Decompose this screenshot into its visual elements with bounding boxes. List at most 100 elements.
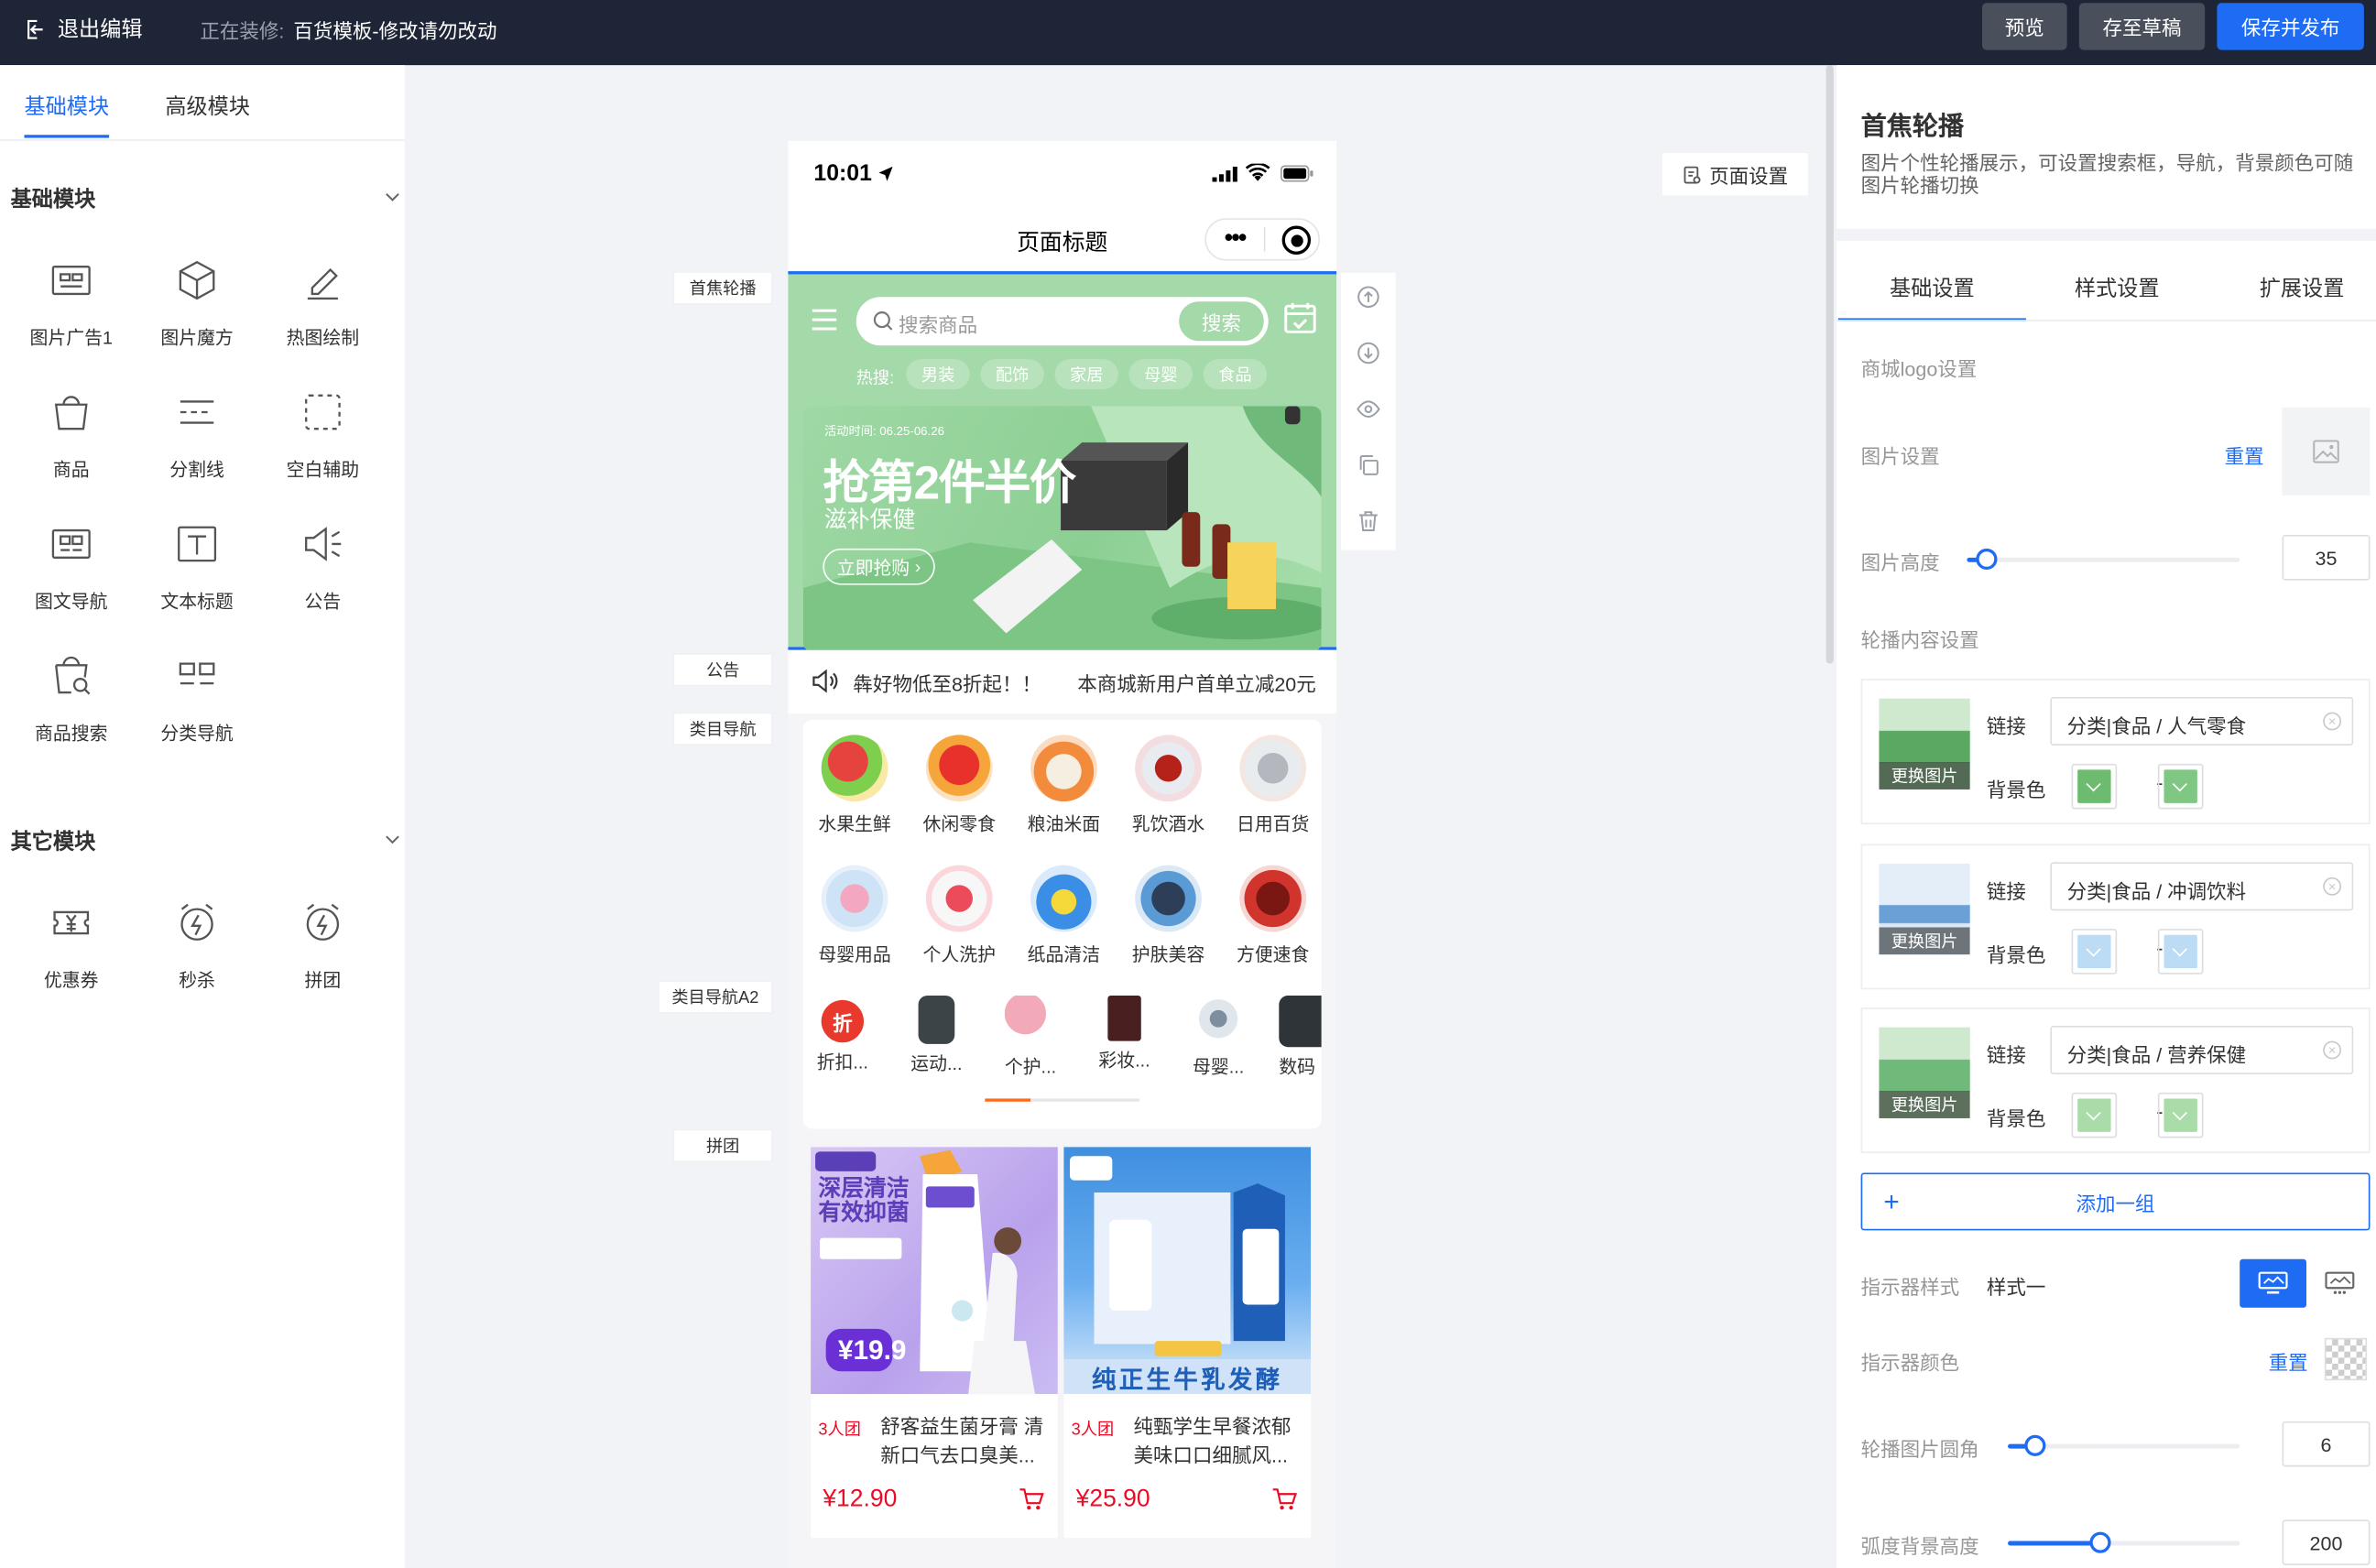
announcement-module[interactable]: 犇好物低至8折起！！ 本商城新用户首单立减20元 bbox=[788, 649, 1337, 714]
slider-handle[interactable] bbox=[1976, 548, 1998, 571]
hot-tag[interactable]: 配饰 bbox=[980, 359, 1044, 390]
module-product-search[interactable]: 商品搜索 bbox=[16, 653, 125, 774]
copy-icon[interactable] bbox=[1357, 453, 1380, 477]
page-settings-button[interactable]: 页面设置 bbox=[1662, 153, 1808, 196]
carousel-thumbnail[interactable]: 更换图片 bbox=[1879, 1027, 1970, 1118]
module-announcement[interactable]: 公告 bbox=[268, 521, 377, 642]
tag-category-nav-a2[interactable]: 类目导航A2 bbox=[658, 980, 773, 1014]
tag-announcement[interactable]: 公告 bbox=[672, 653, 773, 687]
category-a2-item[interactable]: 折折扣... bbox=[804, 996, 880, 1074]
eye-icon[interactable] bbox=[1357, 397, 1380, 420]
radius-slider[interactable] bbox=[2008, 1434, 2240, 1456]
tag-focus-carousel[interactable]: 首焦轮播 bbox=[672, 271, 773, 305]
hot-tag[interactable]: 家居 bbox=[1054, 359, 1118, 390]
group-buy-card[interactable]: 纯正生牛乳发酵 3人团 纯甄学生早餐浓郁美味口口细腻风... ¥25.90 bbox=[1063, 1147, 1312, 1539]
hot-tag[interactable]: 男装 bbox=[906, 359, 970, 390]
tab-basic-settings[interactable]: 基础设置 bbox=[1837, 273, 2026, 321]
tag-group-buy[interactable]: 拼团 bbox=[672, 1128, 773, 1162]
module-group-buy[interactable]: 拼团 bbox=[268, 900, 377, 1021]
hot-tag[interactable]: 母婴 bbox=[1128, 359, 1193, 390]
chevron-down-icon[interactable] bbox=[385, 190, 400, 205]
change-image-button[interactable]: 更换图片 bbox=[1879, 1091, 1970, 1118]
trash-icon[interactable] bbox=[1357, 509, 1380, 533]
category-item[interactable]: 粮油米面 bbox=[1015, 735, 1112, 836]
tab-extend-settings[interactable]: 扩展设置 bbox=[2260, 273, 2345, 303]
category-scroll-thumb[interactable] bbox=[985, 1098, 1030, 1102]
search-box[interactable]: 搜索商品 搜索 bbox=[856, 297, 1269, 346]
category-item[interactable]: 乳饮酒水 bbox=[1120, 735, 1217, 836]
reset-image-link[interactable]: 重置 bbox=[2225, 441, 2264, 469]
clear-icon[interactable]: × bbox=[2323, 877, 2342, 896]
module-blank[interactable]: 空白辅助 bbox=[268, 389, 377, 510]
save-publish-button[interactable]: 保存并发布 bbox=[2217, 3, 2364, 50]
reset-indicator-color-link[interactable]: 重置 bbox=[2269, 1347, 2308, 1376]
tab-style-settings[interactable]: 样式设置 bbox=[2075, 273, 2160, 303]
module-coupon[interactable]: 优惠券 bbox=[16, 900, 125, 1021]
banner-cta-button[interactable]: 立即抢购 › bbox=[823, 548, 935, 585]
category-a2-item[interactable]: 母婴... bbox=[1181, 995, 1257, 1079]
slider-handle[interactable] bbox=[2024, 1434, 2046, 1456]
module-image-ad[interactable]: 图片广告1 bbox=[16, 257, 125, 378]
bg-color-end-picker[interactable] bbox=[2157, 929, 2204, 975]
carousel-thumbnail[interactable]: 更换图片 bbox=[1879, 864, 1970, 955]
category-item[interactable]: 水果生鲜 bbox=[806, 735, 903, 836]
link-input[interactable]: 分类|食品 / 人气零食 × bbox=[2050, 697, 2354, 746]
module-category-nav[interactable]: 分类导航 bbox=[143, 653, 252, 774]
module-image-text-nav[interactable]: 图文导航 bbox=[16, 521, 125, 642]
link-input[interactable]: 分类|食品 / 冲调饮料 × bbox=[2050, 862, 2354, 911]
indicator-color-picker[interactable] bbox=[2324, 1337, 2368, 1381]
image-height-slider[interactable] bbox=[1967, 548, 2240, 571]
module-divider[interactable]: 分割线 bbox=[143, 389, 252, 510]
category-item[interactable]: 个人洗护 bbox=[910, 865, 1008, 967]
mini-program-capsule[interactable]: ••• bbox=[1204, 218, 1320, 261]
category-a2-item[interactable]: 数码 bbox=[1267, 995, 1322, 1079]
canvas-scrollbar[interactable] bbox=[1826, 65, 1834, 664]
move-up-icon[interactable] bbox=[1357, 285, 1380, 309]
cart-icon[interactable] bbox=[1271, 1486, 1298, 1512]
change-image-button[interactable]: 更换图片 bbox=[1879, 762, 1970, 789]
category-a2-item[interactable]: 运动... bbox=[899, 995, 975, 1076]
save-draft-button[interactable]: 存至草稿 bbox=[2078, 3, 2206, 50]
category-a2-item[interactable]: 彩妆... bbox=[1086, 995, 1162, 1073]
category-item[interactable]: 方便速食 bbox=[1225, 865, 1322, 967]
menu-icon[interactable] bbox=[811, 308, 838, 332]
tag-category-nav[interactable]: 类目导航 bbox=[672, 712, 773, 746]
hot-tag[interactable]: 食品 bbox=[1203, 359, 1268, 390]
group-buy-card[interactable]: 深层清洁 有效抑菌 ¥19.9 3人团 舒客益生菌牙膏 清新口气去口臭美... … bbox=[811, 1147, 1058, 1539]
category-item[interactable]: 纸品清洁 bbox=[1015, 865, 1112, 967]
bg-color-start-picker[interactable] bbox=[2071, 763, 2118, 810]
arc-height-input[interactable]: 200 bbox=[2282, 1519, 2371, 1565]
carousel-banner[interactable]: 活动时间: 06.25-06.26 抢第2件半价 滋补保健 立即抢购 › bbox=[802, 406, 1322, 652]
link-input[interactable]: 分类|食品 / 营养保健 × bbox=[2050, 1026, 2354, 1074]
add-group-button[interactable]: + 添加一组 bbox=[1860, 1172, 2371, 1231]
image-height-input[interactable]: 35 bbox=[2282, 535, 2371, 581]
bg-color-end-picker[interactable] bbox=[2157, 1092, 2204, 1138]
module-product[interactable]: 商品 bbox=[16, 389, 125, 510]
indicator-style-two-button[interactable] bbox=[2306, 1259, 2373, 1308]
cart-icon[interactable] bbox=[1019, 1486, 1044, 1512]
bg-color-start-picker[interactable] bbox=[2071, 1092, 2118, 1138]
clear-icon[interactable]: × bbox=[2323, 1040, 2342, 1060]
exit-edit-button[interactable]: 退出编辑 bbox=[24, 14, 143, 44]
slider-handle[interactable] bbox=[2089, 1531, 2111, 1553]
change-image-button[interactable]: 更换图片 bbox=[1879, 927, 1970, 955]
module-image-cube[interactable]: 图片魔方 bbox=[143, 257, 252, 378]
category-item[interactable]: 休闲零食 bbox=[910, 735, 1008, 836]
more-icon[interactable]: ••• bbox=[1225, 226, 1247, 254]
category-item[interactable]: 护肤美容 bbox=[1120, 865, 1217, 967]
module-text-title[interactable]: 文本标题 bbox=[143, 521, 252, 642]
category-a2-item[interactable]: 个护... bbox=[993, 995, 1069, 1079]
module-hotmap[interactable]: 热图绘制 bbox=[268, 257, 377, 378]
module-flash-sale[interactable]: 秒杀 bbox=[143, 900, 252, 1021]
category-item[interactable]: 日用百货 bbox=[1225, 735, 1322, 836]
logo-image-upload[interactable] bbox=[2282, 408, 2371, 495]
chevron-down-icon[interactable] bbox=[385, 832, 400, 847]
category-item[interactable]: 母婴用品 bbox=[806, 865, 903, 967]
indicator-style-one-button[interactable] bbox=[2240, 1258, 2306, 1308]
carousel-thumbnail[interactable]: 更换图片 bbox=[1879, 698, 1970, 789]
move-down-icon[interactable] bbox=[1357, 341, 1380, 365]
preview-button[interactable]: 预览 bbox=[1981, 3, 2067, 50]
tab-basic-modules[interactable]: 基础模块 bbox=[24, 91, 110, 138]
arc-height-slider[interactable] bbox=[2008, 1531, 2240, 1553]
calendar-check-icon[interactable] bbox=[1282, 300, 1319, 337]
